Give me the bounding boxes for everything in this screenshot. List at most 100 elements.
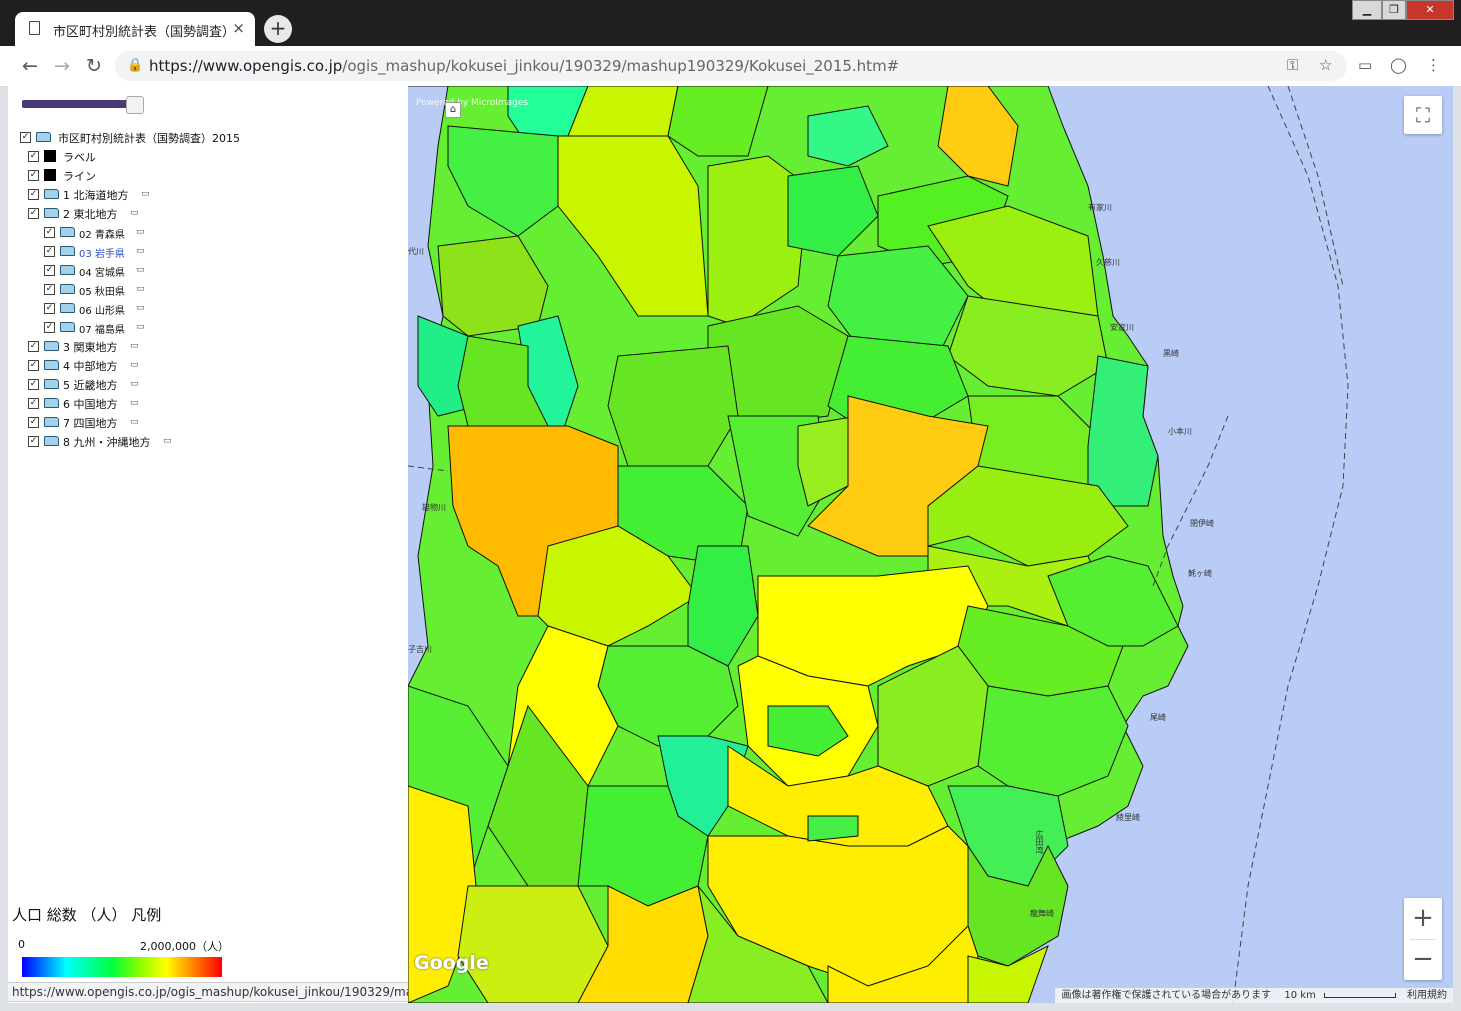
info-bubble-icon[interactable]: ▭ [136,284,145,294]
reload-icon[interactable]: ↻ [82,54,106,78]
opacity-slider-thumb[interactable] [126,96,144,114]
minimize-button[interactable]: ▁ [1352,0,1382,20]
legend-max-value: 2,000,000（人） [140,940,229,953]
opacity-slider-track[interactable] [22,100,142,108]
bookmark-star-icon[interactable]: ☆ [1319,56,1332,74]
folder-icon [60,303,75,313]
checkbox[interactable]: ✓ [28,398,39,409]
powered-by-text: Powered by MicroImages [416,98,529,108]
checkbox[interactable]: ✓ [28,379,39,390]
zoom-divider [1410,939,1436,940]
place-label: 子吉川 [408,645,432,654]
checkbox[interactable]: ✓ [44,303,55,314]
info-bubble-icon[interactable]: ▭ [130,341,139,351]
tree-item-label: 07 福島県 [79,325,125,336]
info-bubble-icon[interactable]: ▭ [130,398,139,408]
info-bubble-icon[interactable]: ▭ [130,379,139,389]
checkbox[interactable]: ✓ [44,265,55,276]
map-attribution: 画像は著作権で保護されている場合があります 10 km 利用規約 [1055,988,1453,1003]
close-window-button[interactable]: ✕ [1406,0,1454,20]
place-label: 安家川 [1110,323,1134,332]
place-label: 黒崎 [1163,349,1179,358]
place-label: 尾崎 [1150,713,1166,722]
tree-item-label: 5 近畿地方 [63,379,118,392]
maximize-button[interactable]: ❐ [1382,0,1406,20]
map-view[interactable]: Powered by MicroImages ⌂ 有家川 久慈川 安家川 黒崎 … [408,86,1453,1003]
place-label: 雄物川 [422,503,446,512]
new-tab-button[interactable]: + [264,15,292,43]
checkbox[interactable]: ✓ [28,189,39,200]
checkbox[interactable]: ✓ [28,360,39,371]
info-bubble-icon[interactable]: ▭ [136,322,145,332]
checkbox[interactable]: ✓ [28,341,39,352]
tree-item-label: 8 九州・沖縄地方 [63,436,151,449]
folder-icon [44,398,59,408]
folder-icon [44,189,59,199]
url-text[interactable]: https://www.opengis.co.jp/ogis_mashup/ko… [149,57,899,75]
folder-icon [60,284,75,294]
forward-icon[interactable]: → [50,54,74,78]
checkbox[interactable]: ✓ [28,151,39,162]
place-label: 代川 [408,247,424,256]
tree-item-label: ラベル [63,151,96,164]
scale-label[interactable]: 10 km [1284,990,1315,1001]
tree-item-label: 2 東北地方 [63,208,118,221]
lock-icon: 🔒 [127,58,144,73]
checkbox[interactable]: ✓ [28,208,39,219]
layer-sidebar: ✓ 市区町村別統計表（国勢調査）2015 ✓ ラベル ✓ ライン ✓ 1 北海道… [8,86,618,1003]
zoom-in-button[interactable]: + [1404,898,1442,939]
info-bubble-icon[interactable]: ▭ [130,360,139,370]
root-checkbox[interactable]: ✓ [20,132,31,143]
checkbox[interactable]: ✓ [28,170,39,181]
tree-item-label: 02 青森県 [79,230,125,241]
place-label: 魹ヶ崎 [1188,569,1212,578]
checkbox[interactable]: ✓ [44,246,55,257]
address-bar[interactable]: 🔒 https://www.opengis.co.jp/ogis_mashup/… [115,51,1347,81]
info-bubble-icon[interactable]: ▭ [136,303,145,313]
info-bubble-icon[interactable]: ▭ [136,265,145,275]
place-label: 小本川 [1168,427,1192,436]
info-bubble-icon[interactable]: ▭ [141,189,150,199]
browser-tab[interactable]: 市区町村別統計表（国勢調査）2 × [15,12,255,46]
tab-title: 市区町村別統計表（国勢調査）2 [53,25,233,40]
folder-open-icon [44,208,59,218]
checkbox[interactable]: ✓ [28,417,39,428]
tree-root-label: 市区町村別統計表（国勢調査）2015 [58,132,240,145]
place-label: 久慈川 [1096,258,1120,267]
checkbox[interactable]: ✓ [44,322,55,333]
tab-strip: 市区町村別統計表（国勢調査）2 × + ▁ ❐ ✕ [0,0,1461,46]
back-icon[interactable]: ← [18,54,42,78]
place-label: 広田湾 [1035,830,1044,854]
choropleth-map[interactable] [408,86,1453,1003]
key-icon[interactable]: ⚿ [1287,56,1298,74]
tree-item-label: ライン [63,170,96,183]
checkbox[interactable]: ✓ [44,227,55,238]
terms-link[interactable]: 利用規約 [1407,990,1447,1001]
legend-color-ramp [22,957,222,977]
fullscreen-button[interactable]: ⛶ [1404,96,1442,134]
tree-item-label: 6 中国地方 [63,398,118,411]
info-bubble-icon[interactable]: ▭ [130,208,139,218]
info-bubble-icon[interactable]: ▭ [130,417,139,427]
home-icon[interactable]: ⌂ [445,102,461,118]
info-bubble-icon[interactable]: ▭ [136,246,145,256]
folder-icon [60,246,75,256]
cast-icon[interactable]: ▭ [1358,56,1372,74]
info-bubble-icon[interactable]: ▭ [136,227,145,237]
legend-min-value: 0 [18,938,25,951]
copyright-notice[interactable]: 画像は著作権で保護されている場合があります [1061,990,1271,1001]
google-logo[interactable]: Google [414,952,489,974]
folder-open-icon [36,132,51,142]
place-label: 有家川 [1088,203,1112,212]
tree-item-label: 05 秋田県 [79,287,125,298]
checkbox[interactable]: ✓ [44,284,55,295]
zoom-out-button[interactable]: − [1404,939,1442,980]
color-swatch-icon [44,150,56,162]
menu-kebab-icon[interactable]: ⋮ [1426,56,1441,74]
close-tab-icon[interactable]: × [232,19,245,37]
info-bubble-icon[interactable]: ▭ [163,436,172,446]
zoom-control: + − [1404,898,1442,980]
folder-icon [60,227,75,237]
checkbox[interactable]: ✓ [28,436,39,447]
profile-avatar-icon[interactable]: ◯ [1390,56,1407,74]
